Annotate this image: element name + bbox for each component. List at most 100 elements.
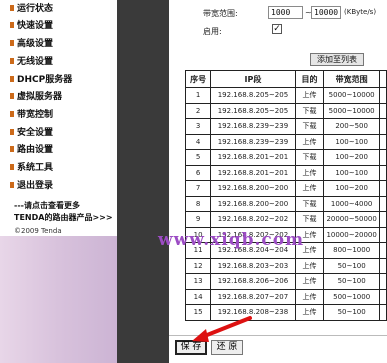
bullet-icon [10, 92, 14, 99]
row-extra [378, 211, 387, 228]
sidebar-item-wireless[interactable]: 无线设置 [10, 54, 53, 67]
sidebar-item-label: 无线设置 [17, 57, 54, 67]
header-no: 序号 [184, 70, 212, 88]
bullet-icon [10, 145, 14, 152]
row-bandwidth: 5000~10000 [323, 102, 380, 119]
row-direction: 下载 [294, 195, 325, 212]
sidebar-item-label: 虚拟服务器 [17, 92, 63, 102]
sidebar-item-status[interactable]: 运行状态 [10, 1, 53, 14]
sidebar-item-system-tools[interactable]: 系统工具 [10, 160, 53, 173]
copyright: ©2009 Tenda [14, 227, 62, 235]
sidebar-item-label: 安全设置 [17, 128, 54, 138]
sidebar-item-routing[interactable]: 路由设置 [10, 142, 53, 155]
bullet-icon [10, 57, 14, 64]
background-gradient [0, 236, 117, 363]
table-row: 14 192.168.8.207~207 上传 500~1000 [184, 288, 387, 305]
table-row: 2 192.168.8.205~205 下载 5000~10000 [184, 102, 387, 119]
sidebar-item-bandwidth[interactable]: 带宽控制 [10, 107, 53, 120]
row-direction: 上传 [294, 288, 325, 305]
sidebar-item-quick-setup[interactable]: 快速设置 [10, 18, 53, 31]
row-ip: 192.168.8.239~239 [210, 133, 296, 150]
row-extra [378, 304, 387, 321]
save-button[interactable]: 保 存 [175, 340, 207, 355]
row-no: 1 [184, 87, 212, 104]
row-bandwidth: 50~100 [323, 273, 380, 290]
table-row: 13 192.168.8.206~206 上传 50~100 [184, 273, 387, 290]
sidebar-item-virtual-server[interactable]: 虚拟服务器 [10, 89, 62, 102]
row-no: 3 [184, 118, 212, 135]
sidebar-item-logout[interactable]: 退出登录 [10, 178, 53, 191]
enable-label: 启用: [203, 27, 222, 36]
bullet-icon [10, 128, 14, 135]
row-bandwidth: 500~1000 [323, 288, 380, 305]
enable-checkbox[interactable]: ✓ [272, 24, 282, 34]
row-bandwidth: 100~100 [323, 133, 380, 150]
table-row: 4 192.168.8.239~239 上传 100~100 [184, 133, 387, 150]
sidebar-item-label: 系统工具 [17, 163, 54, 173]
table-row: 9 192.168.8.202~202 下载 20000~50000 [184, 211, 387, 228]
row-direction: 上传 [294, 273, 325, 290]
row-no: 9 [184, 211, 212, 228]
table-row: 7 192.168.8.200~200 上传 100~200 [184, 180, 387, 197]
row-bandwidth: 1000~4000 [323, 195, 380, 212]
row-no: 6 [184, 164, 212, 181]
sidebar-item-label: 退出登录 [17, 181, 54, 191]
header-extra [378, 70, 387, 88]
row-direction: 下载 [294, 102, 325, 119]
row-bandwidth: 100~200 [323, 180, 380, 197]
row-bandwidth: 50~100 [323, 257, 380, 274]
sidebar-item-label: 高级设置 [17, 39, 54, 49]
row-ip: 192.168.8.203~203 [210, 257, 296, 274]
row-bandwidth: 100~100 [323, 164, 380, 181]
row-no: 14 [184, 288, 212, 305]
table-row: 3 192.168.8.239~239 下载 200~500 [184, 118, 387, 135]
reset-button[interactable]: 还 原 [211, 340, 243, 355]
row-no: 12 [184, 257, 212, 274]
row-ip: 192.168.8.200~200 [210, 195, 296, 212]
row-extra [378, 164, 387, 181]
table-row: 8 192.168.8.200~200 下载 1000~4000 [184, 195, 387, 212]
table-row: 15 192.168.8.208~238 上传 50~100 [184, 304, 387, 321]
row-ip: 192.168.8.208~238 [210, 304, 296, 321]
row-direction: 上传 [294, 164, 325, 181]
row-bandwidth: 5000~10000 [323, 87, 380, 104]
bandwidth-unit: (KByte/s) [344, 8, 377, 16]
sidebar-item-label: 带宽控制 [17, 110, 54, 120]
row-direction: 上传 [294, 87, 325, 104]
row-ip: 192.168.8.207~207 [210, 288, 296, 305]
bandwidth-max-input[interactable]: 10000 [311, 6, 341, 19]
table-header-row: 序号 IP段 目的 带宽范围 [184, 70, 387, 88]
row-direction: 上传 [294, 257, 325, 274]
sidebar-item-security[interactable]: 安全设置 [10, 125, 53, 138]
row-direction: 下载 [294, 211, 325, 228]
row-no: 15 [184, 304, 212, 321]
promo-link-line2[interactable]: TENDA的路由器产品>>> [14, 212, 113, 223]
rules-table: 序号 IP段 目的 带宽范围 1 192.168.8.205~205 上传 5000~… [184, 70, 387, 321]
promo-link-line1[interactable]: ---请点击查看更多 [14, 200, 80, 211]
row-bandwidth: 20000~50000 [323, 211, 380, 228]
row-no: 13 [184, 273, 212, 290]
row-direction: 上传 [294, 304, 325, 321]
row-extra [378, 226, 387, 243]
row-bandwidth: 100~200 [323, 149, 380, 166]
bullet-icon [10, 181, 14, 188]
add-to-list-button[interactable]: 添加至列表 [310, 53, 364, 66]
sidebar-item-dhcp[interactable]: DHCP服务器 [10, 72, 72, 85]
bullet-icon [10, 4, 14, 11]
frame-divider [117, 0, 169, 363]
bullet-icon [10, 39, 14, 46]
row-bandwidth: 800~1000 [323, 242, 380, 259]
sidebar-item-advanced[interactable]: 高级设置 [10, 36, 53, 49]
row-ip: 192.168.8.200~200 [210, 180, 296, 197]
bandwidth-min-input[interactable]: 1000 [268, 6, 303, 19]
row-ip: 192.168.8.205~205 [210, 87, 296, 104]
row-bandwidth: 50~100 [323, 304, 380, 321]
row-no: 8 [184, 195, 212, 212]
row-no: 2 [184, 102, 212, 119]
row-ip: 192.168.8.202~202 [210, 211, 296, 228]
row-extra [378, 133, 387, 150]
watermark: www.xiqb.com [158, 230, 305, 250]
table-row: 1 192.168.8.205~205 上传 5000~10000 [184, 87, 387, 104]
bandwidth-range-label: 带宽范围: [203, 9, 238, 18]
sidebar-item-label: 路由设置 [17, 145, 54, 155]
